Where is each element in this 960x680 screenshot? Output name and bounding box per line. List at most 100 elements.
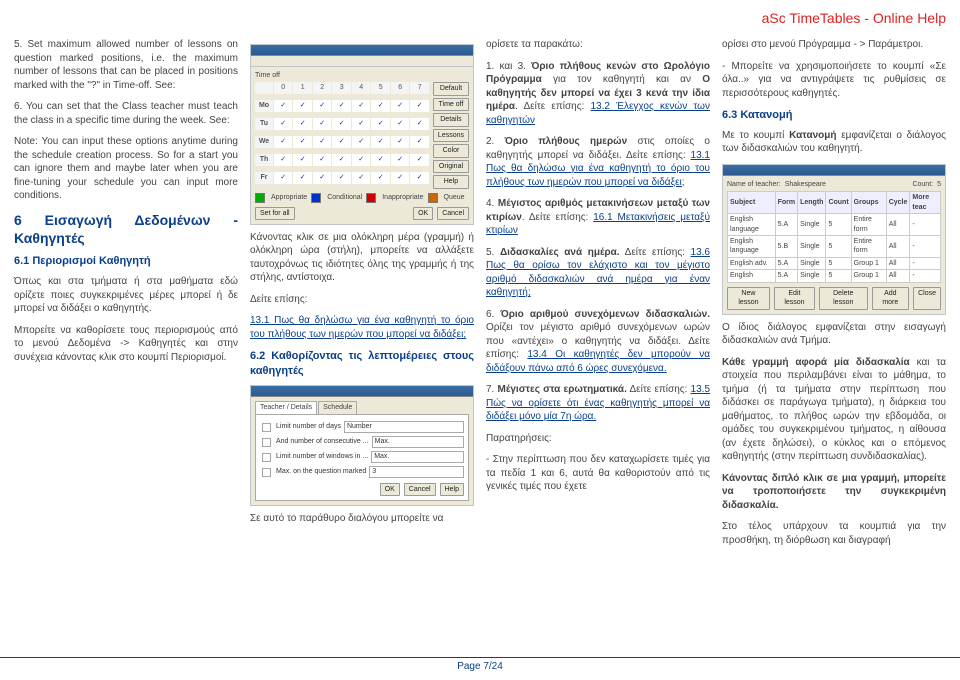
table-row[interactable]: English language5.ASingle5Entire formAll… bbox=[728, 214, 941, 236]
legend-inappropriate: Inappropriate bbox=[382, 193, 423, 202]
col-h-1: 1 bbox=[293, 82, 311, 94]
row-mo: Mo bbox=[255, 100, 273, 112]
btn-delete-lesson[interactable]: Delete lesson bbox=[819, 287, 868, 310]
field-max2[interactable]: Max. bbox=[371, 451, 464, 463]
chk-question[interactable] bbox=[262, 468, 271, 477]
ss3-titlebar bbox=[723, 165, 945, 176]
c3-p8: Παρατηρήσεις: bbox=[486, 432, 710, 446]
btn-cancel2[interactable]: Cancel bbox=[404, 483, 436, 496]
lbl-limit-days: Limit number of days bbox=[276, 422, 341, 431]
field-q[interactable]: 3 bbox=[369, 466, 464, 478]
col-h-4: 4 bbox=[352, 82, 370, 94]
c4-p6: Στο τέλος υπάρχουν τα κουμπιά για την πρ… bbox=[722, 520, 946, 547]
column-2: Time off 0 1 2 3 4 5 6 7 Mo ✓✓✓✓✓✓✓✓ bbox=[250, 38, 474, 555]
th-cycle: Cycle bbox=[886, 192, 910, 214]
column-3: ορίσετε τα παρακάτω: 1. και 3. Όριο πλήθ… bbox=[486, 38, 710, 555]
c2-p1: Κάνοντας κλικ σε μια ολόκληρη μέρα (γραμ… bbox=[250, 231, 474, 285]
c1-p3: Note: You can input these options anytim… bbox=[14, 135, 238, 203]
row-we: We bbox=[255, 136, 273, 148]
btn-details[interactable]: Details bbox=[433, 113, 469, 126]
btn-cancel[interactable]: Cancel bbox=[437, 207, 469, 220]
table-row[interactable]: English language5.BSingle5Entire formAll… bbox=[728, 236, 941, 258]
c4-p0: ορίσει στο μενού Πρόγραμμα - > Παράμετρο… bbox=[722, 38, 946, 52]
legend-appropriate-icon bbox=[255, 193, 265, 203]
c3-p7: 7. Μέγιστες στα ερωτηματικά. Δείτε επίση… bbox=[486, 383, 710, 424]
screenshot-contract: Name of teacher: Shakespeare Count: 5 Su… bbox=[722, 164, 946, 315]
th-more: More teac bbox=[910, 192, 941, 214]
schedule-grid: 0 1 2 3 4 5 6 7 Mo ✓✓✓✓✓✓✓✓ Tu ✓✓✓✓✓✓✓✓ … bbox=[255, 82, 429, 188]
legend-inappropriate-icon bbox=[366, 193, 376, 203]
legend-appropriate: Appropriate bbox=[271, 193, 307, 202]
ss-timeoff-label: Time off bbox=[255, 71, 469, 80]
c3-p5: 5. Διδασκαλίες ανά ημέρα. Δείτε επίσης: … bbox=[486, 246, 710, 300]
legend-conditional: Conditional bbox=[327, 193, 362, 202]
th-subject: Subject bbox=[728, 192, 776, 214]
btn-ok[interactable]: OK bbox=[413, 207, 433, 220]
th-length: Length bbox=[798, 192, 826, 214]
btn-set-all[interactable]: Set for all bbox=[255, 207, 295, 220]
tab-teacher-details[interactable]: Teacher / Details bbox=[255, 401, 317, 413]
ss2-titlebar bbox=[251, 386, 473, 397]
section-6-3-heading: 6.3 Κατανομή bbox=[722, 108, 946, 123]
row-fr: Fr bbox=[255, 172, 273, 184]
legend-row: Appropriate Conditional Inappropriate Qu… bbox=[255, 193, 469, 203]
section-6-1-heading: 6.1 Περιορισμοί Καθηγητή bbox=[14, 254, 238, 269]
col-h-7: 7 bbox=[410, 82, 429, 94]
chk-limit-days[interactable] bbox=[262, 423, 271, 432]
lbl-windows: Limit number of windows in ... bbox=[276, 452, 368, 461]
btn-new-lesson[interactable]: New lesson bbox=[727, 287, 770, 310]
legend-queue: Queue bbox=[444, 193, 465, 202]
val-count: 5 bbox=[937, 180, 941, 189]
col-h-2: 2 bbox=[313, 82, 332, 94]
c3-p2: 2. Όριο πλήθους ημερών στις οποίες ο καθ… bbox=[486, 135, 710, 189]
btn-lessons[interactable]: Lessons bbox=[433, 129, 469, 142]
th-groups: Groups bbox=[851, 192, 886, 214]
btn-edit-lesson[interactable]: Edit lesson bbox=[774, 287, 815, 310]
btn-help2[interactable]: Help bbox=[440, 483, 464, 496]
screenshot-teacher-details: Teacher / Details Schedule Limit number … bbox=[250, 385, 474, 506]
btn-color[interactable]: Color bbox=[433, 144, 469, 157]
ss-toolbar bbox=[251, 56, 473, 67]
c2-p2: Δείτε επίσης: bbox=[250, 293, 474, 307]
th-count: Count bbox=[826, 192, 851, 214]
column-1: 5. Set maximum allowed number of lessons… bbox=[14, 38, 238, 555]
btn-close[interactable]: Close bbox=[913, 287, 941, 310]
table-row[interactable]: English adv.5.ASingle5Group 1All- bbox=[728, 257, 941, 269]
chk-windows[interactable] bbox=[262, 453, 271, 462]
screenshot-timeoff: Time off 0 1 2 3 4 5 6 7 Mo ✓✓✓✓✓✓✓✓ bbox=[250, 44, 474, 225]
btn-help[interactable]: Help bbox=[433, 175, 469, 188]
btn-default[interactable]: Default bbox=[433, 82, 469, 95]
c4-p4: Κάθε γραμμή αφορά μία διδασκαλία και τα … bbox=[722, 356, 946, 464]
col-h-3: 3 bbox=[332, 82, 350, 94]
contract-table: Subject Form Length Count Groups Cycle M… bbox=[727, 191, 941, 283]
c4-p5: Κάνοντας διπλό κλικ σε μια γραμμή, μπορε… bbox=[722, 472, 946, 513]
row-tu: Tu bbox=[255, 118, 273, 130]
btn-original[interactable]: Original bbox=[433, 160, 469, 173]
section-6-heading: 6 Εισαγωγή Δεδομένων - Καθηγητές bbox=[14, 211, 238, 249]
ss-window-titlebar bbox=[251, 45, 473, 56]
c3-p4: 4. Μέγιστος αριθμός μετακινήσεων μεταξύ … bbox=[486, 197, 710, 238]
col-h-6: 6 bbox=[391, 82, 409, 94]
table-row[interactable]: English5.ASingle5Group 1All- bbox=[728, 270, 941, 282]
btn-ok2[interactable]: OK bbox=[380, 483, 400, 496]
field-number[interactable]: Number bbox=[344, 421, 464, 433]
col-h-0: 0 bbox=[274, 82, 292, 94]
field-max1[interactable]: Max. bbox=[372, 436, 464, 448]
legend-queue-icon bbox=[428, 193, 438, 203]
btn-timeoff[interactable]: Time off bbox=[433, 98, 469, 111]
c1-p5: Μπορείτε να καθορίσετε τους περιορισμούς… bbox=[14, 324, 238, 365]
btn-add-more[interactable]: Add more bbox=[872, 287, 910, 310]
row-th: Th bbox=[255, 154, 273, 166]
section-6-2-heading: 6.2 Καθορίζοντας τις λεπτομέρειες στους … bbox=[250, 349, 474, 379]
link-13-1[interactable]: 13.1 Πως θα δηλώσω για ένα καθηγητή το ό… bbox=[250, 315, 474, 340]
c3-p9: - Στην περίπτωση που δεν καταχωρίσετε τι… bbox=[486, 453, 710, 494]
c4-p3: Ο ίδιος διάλογος εμφανίζεται στην εισαγω… bbox=[722, 321, 946, 348]
c4-p2: Με το κουμπί Κατανομή εμφανίζεται ο διάλ… bbox=[722, 129, 946, 156]
header-title: aSc TimeTables - Online Help bbox=[762, 10, 946, 26]
legend-conditional-icon bbox=[311, 193, 321, 203]
val-teacher-name: Shakespeare bbox=[785, 180, 826, 189]
th-form: Form bbox=[775, 192, 798, 214]
lbl-count: Count: bbox=[912, 180, 933, 189]
tab-schedule[interactable]: Schedule bbox=[318, 401, 357, 413]
chk-consecutive[interactable] bbox=[262, 438, 271, 447]
